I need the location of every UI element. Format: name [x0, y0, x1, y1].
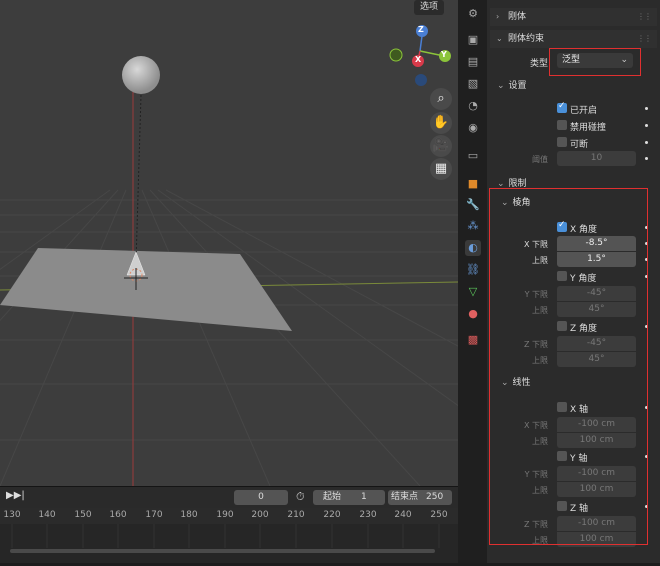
breakable-label: 可断 [570, 140, 589, 150]
keyframe-dot[interactable] [645, 157, 648, 160]
ruler-tick: 240 [394, 510, 412, 520]
enabled-checkbox[interactable] [557, 101, 567, 113]
world-icon[interactable]: ◉ [465, 120, 481, 136]
options-button[interactable]: 选项 [413, 0, 444, 15]
ruler-tick: 210 [287, 510, 305, 520]
sphere-object[interactable] [122, 56, 160, 94]
annotation-box [549, 48, 641, 76]
gizmo-x-label[interactable]: X [415, 55, 421, 64]
ruler-tick: 130 [3, 510, 21, 520]
keyframe-dot[interactable] [645, 107, 648, 110]
chevron-down-icon: ⌄ [497, 81, 505, 91]
zoom-icon[interactable]: ⌕ [430, 88, 452, 110]
hand-pan-icon[interactable]: ✋ [430, 112, 452, 134]
tool-icon[interactable]: ⚙ [465, 6, 481, 22]
properties-tabs: ⚙ ▣ ▤ ▧ ◔ ◉ ▭ ■ 🔧 ⁂ ◐ ⛓ ▽ ● ▩ [458, 0, 487, 563]
rigid-body-label: 刚体 [508, 12, 527, 22]
chevron-down-icon: ⌄ [496, 34, 503, 43]
rigid-body-panel-header[interactable]: › 刚体 ⋮⋮ [490, 8, 657, 26]
disable-collisions-checkbox[interactable] [557, 120, 567, 130]
ruler-tick: 140 [38, 510, 56, 520]
settings-subpanel-header[interactable]: ⌄ 设置 [497, 78, 527, 94]
frame-end-field[interactable]: 结束点 250 [388, 490, 452, 505]
physics-icon[interactable]: ◐ [465, 240, 481, 256]
keyframe-dot[interactable] [645, 124, 648, 127]
type-label: 类型 [530, 59, 549, 69]
frame-start-value: 1 [361, 492, 367, 502]
collection-icon[interactable]: ▭ [465, 148, 481, 164]
frame-start-label: 起始 [323, 492, 342, 502]
ruler-tick: 160 [109, 510, 127, 520]
ruler-tick: 220 [323, 510, 341, 520]
timeline-tracks[interactable] [0, 524, 458, 563]
ruler-tick: 200 [251, 510, 269, 520]
frame-end-value: 250 [426, 492, 444, 502]
gizmo-z-label[interactable]: Z [418, 25, 424, 34]
viewport-scene [0, 25, 458, 486]
particles-icon[interactable]: ⁂ [465, 218, 481, 234]
camera-icon[interactable]: 🎥 [430, 135, 452, 157]
breakable-checkbox[interactable] [557, 137, 567, 147]
3d-viewport[interactable]: Z Y X 选项 ⌕ ✋ 🎥 ▦ [0, 0, 458, 486]
drag-handle-icon[interactable]: ⋮⋮ [637, 8, 652, 26]
frame-end-label: 结束点 [391, 492, 419, 502]
timeline-ruler[interactable]: 130 140 150 160 170 180 190 200 210 220 … [0, 508, 458, 524]
enabled-label: 已开启 [570, 106, 598, 116]
properties-panel: ›刚体 ⋮⋮ ⌄刚体约束 ⋮⋮ 类型 泛型 ⌄ ⌄设置 已开启 禁用碰撞 可断 … [487, 0, 660, 563]
constraint-label: 刚体约束 [508, 34, 545, 44]
render-icon[interactable]: ▣ [465, 32, 481, 48]
material-icon[interactable]: ● [465, 306, 481, 322]
grid-ortho-icon[interactable]: ▦ [430, 158, 452, 180]
output-icon[interactable]: ▤ [465, 54, 481, 70]
current-frame-field[interactable]: 0 [234, 490, 288, 505]
keyframe-dot[interactable] [645, 141, 648, 144]
modifier-wrench-icon[interactable]: 🔧 [465, 197, 481, 213]
object-icon[interactable]: ■ [465, 176, 481, 192]
ruler-tick: 170 [145, 510, 163, 520]
gizmo-y-label[interactable]: Y [441, 50, 447, 59]
ruler-tick: 180 [180, 510, 198, 520]
frame-start-field[interactable]: 起始 1 [313, 490, 385, 505]
object-data-icon[interactable]: ▽ [465, 284, 481, 300]
ground-plane [0, 248, 292, 331]
texture-icon[interactable]: ▩ [465, 332, 481, 348]
timeline-header: ▶▶| 0 ⏱ 起始 1 结束点 250 [0, 486, 458, 509]
disable-collisions-label: 禁用碰撞 [570, 123, 607, 133]
view-layer-icon[interactable]: ▧ [465, 76, 481, 92]
constraints-icon[interactable]: ⛓ [465, 262, 481, 278]
play-end-icon[interactable]: ▶▶| [6, 490, 25, 501]
settings-label: 设置 [508, 81, 527, 91]
threshold-label: 阈值 [532, 155, 548, 164]
rigid-body-constraint-header[interactable]: ⌄ 刚体约束 ⋮⋮ [490, 30, 657, 48]
ruler-tick: 250 [430, 510, 448, 520]
ruler-tick: 150 [74, 510, 92, 520]
drag-handle-icon[interactable]: ⋮⋮ [637, 30, 652, 48]
scene-icon[interactable]: ◔ [465, 98, 481, 114]
stopwatch-icon[interactable]: ⏱ [296, 490, 305, 504]
ruler-tick: 190 [216, 510, 234, 520]
threshold-field[interactable]: 10 [557, 151, 636, 166]
chevron-right-icon: › [496, 12, 500, 21]
annotation-box [489, 188, 648, 545]
ruler-tick: 230 [359, 510, 377, 520]
timeline-scrollbar[interactable] [10, 549, 435, 553]
